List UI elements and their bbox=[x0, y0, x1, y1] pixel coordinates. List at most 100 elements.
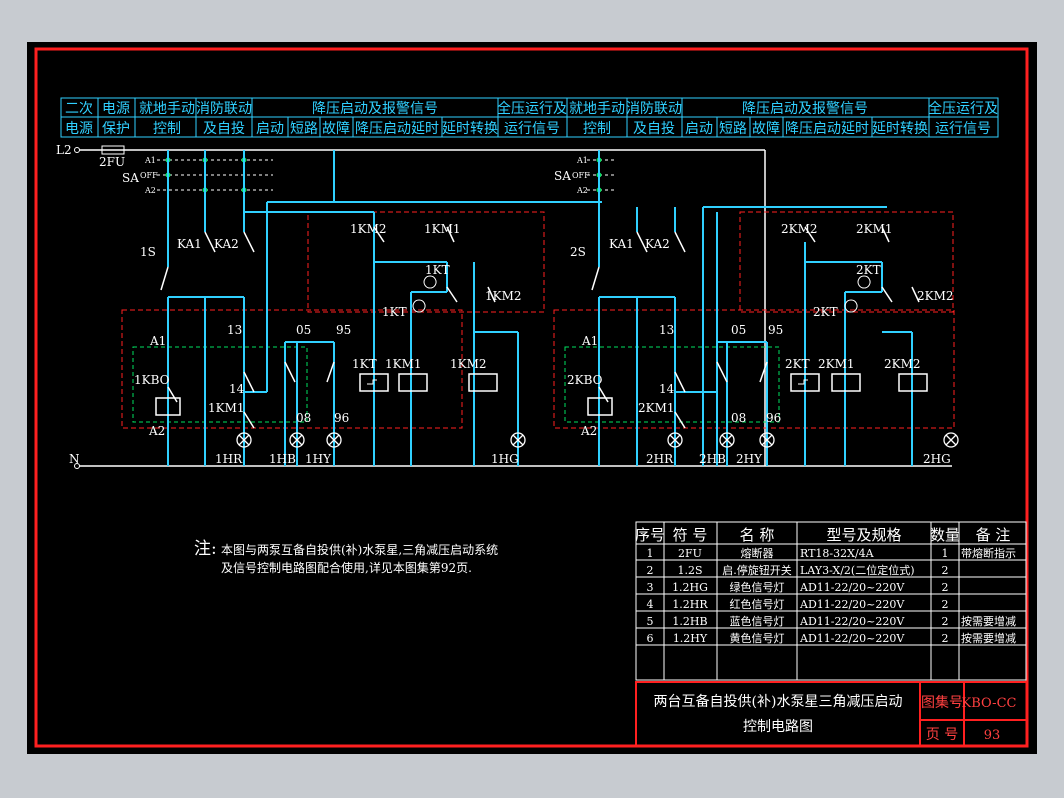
kt-coil-label: 1KT bbox=[352, 357, 377, 371]
l2-label: L2 bbox=[56, 143, 72, 157]
drawing-title-line-1: 两台互备自投供(补)水泵星三角减压启动 bbox=[654, 693, 903, 710]
km1-aux-label: 1KM1 bbox=[208, 401, 245, 415]
km1-coil bbox=[398, 373, 428, 392]
lamp-hy-label: 2HY bbox=[736, 452, 763, 466]
header-bottom-cell: 保护 bbox=[102, 121, 130, 137]
title-block: 两台互备自投供(补)水泵星三角减压启动 控制电路图 图集号 页 号 KBO-CC… bbox=[635, 681, 1028, 747]
parts-cell: 2 bbox=[647, 564, 654, 577]
parts-cell: 2 bbox=[942, 564, 949, 577]
sa-off: OFF bbox=[140, 171, 158, 180]
sa-a2: A2 bbox=[576, 186, 588, 195]
terminal-l2 bbox=[74, 147, 80, 153]
parts-cell: 1 bbox=[942, 547, 949, 560]
n-label: N bbox=[69, 452, 80, 466]
parts-cell: 1 bbox=[647, 547, 654, 560]
ka1-label: KA1 bbox=[177, 237, 202, 251]
kt-top-label: 1KT bbox=[425, 263, 450, 277]
parts-cell: AD11-22/20~220V bbox=[799, 581, 905, 594]
ka1-label: KA1 bbox=[609, 237, 634, 251]
km1-top-label: 2KM1 bbox=[856, 222, 893, 236]
header-top-cell: 全压运行及 bbox=[497, 100, 567, 117]
drawing-note: 注: 本图与两泵互备自投供(补)水泵星,三角减压启动系统 及信号控制电路图配合使… bbox=[194, 539, 498, 575]
timer-mark bbox=[798, 379, 808, 385]
parts-cell: 3 bbox=[647, 581, 654, 594]
selector-switch bbox=[157, 159, 273, 191]
header-bottom-cell: 故障 bbox=[752, 121, 780, 137]
parts-cell: 按需要增减 bbox=[961, 614, 1016, 628]
ka2-label: KA2 bbox=[645, 237, 670, 251]
header-bottom-cell: 短路 bbox=[719, 121, 747, 137]
parts-cell: 2 bbox=[942, 598, 949, 611]
parts-cell: LAY3-X/2(二位定位式) bbox=[800, 563, 915, 577]
lamp-hg-label: 1HG bbox=[491, 452, 519, 466]
node-96: 96 bbox=[766, 411, 781, 425]
header-top-cell: 电源 bbox=[102, 101, 130, 117]
parts-header: 符 号 bbox=[673, 526, 708, 544]
km2-mid-label: 1KM2 bbox=[485, 289, 522, 303]
switch-s-label: 2S bbox=[570, 245, 586, 259]
parts-cell: AD11-22/20~220V bbox=[799, 632, 905, 645]
parts-cell: 按需要增减 bbox=[961, 631, 1016, 645]
circuit-drawing: 二次 电源 就地手动 消防联动 降压启动及报警信号 全压运行及 就地手动 消防联… bbox=[34, 47, 1029, 748]
ka2-label: KA2 bbox=[214, 237, 239, 251]
unit-1-lamps bbox=[236, 432, 526, 448]
node-08: 08 bbox=[731, 411, 746, 425]
parts-cell: RT18-32X/4A bbox=[800, 547, 875, 560]
header-top-cell: 降压启动及报警信号 bbox=[312, 101, 438, 117]
parts-cell: 2 bbox=[942, 632, 949, 645]
kt-mid-label: 1KT bbox=[382, 305, 407, 319]
parts-cell: 1.2HR bbox=[672, 598, 708, 611]
timer-mark bbox=[367, 379, 377, 385]
drawing-sheet: 二次 电源 就地手动 消防联动 降压启动及报警信号 全压运行及 就地手动 消防联… bbox=[27, 42, 1037, 754]
timer-contact-icon bbox=[857, 275, 871, 289]
parts-cell: 2 bbox=[942, 581, 949, 594]
parts-header: 名 称 bbox=[740, 526, 775, 544]
unit-2-labels: 2S KA1 KA2 A1 2KBO A2 13 14 2KM1 05 95 0… bbox=[567, 222, 954, 466]
header-bottom-cell: 控制 bbox=[153, 121, 181, 137]
header-bottom-cell: 控制 bbox=[583, 121, 611, 137]
parts-header: 型号及规格 bbox=[826, 526, 901, 544]
parts-cell: 4 bbox=[647, 598, 654, 611]
parts-cell: 绿色信号灯 bbox=[730, 580, 785, 594]
page-number-value: 93 bbox=[984, 728, 1001, 743]
header-bottom-cell: 电源 bbox=[65, 121, 93, 137]
node-13: 13 bbox=[227, 323, 242, 337]
lamp-hg-label: 2HG bbox=[923, 452, 951, 466]
header-top-cell: 降压启动及报警信号 bbox=[742, 101, 868, 117]
note-line-2: 及信号控制电路图配合使用,详见本图集第92页. bbox=[221, 560, 472, 575]
drawing-title-line-2: 控制电路图 bbox=[743, 719, 813, 735]
header-bottom-cell: 短路 bbox=[290, 121, 318, 137]
parts-cell: 1.2S bbox=[677, 564, 702, 577]
km1-coil-label: 2KM1 bbox=[818, 357, 855, 371]
node-95: 95 bbox=[336, 323, 351, 337]
header-top-cell: 消防联动 bbox=[626, 101, 682, 117]
unit-1-contacts bbox=[160, 226, 496, 429]
header-top-cell: 二次 bbox=[65, 101, 93, 117]
parts-cell: AD11-22/20~220V bbox=[799, 598, 905, 611]
sa-off: OFF bbox=[572, 171, 590, 180]
unit-1-circuit: A1 OFF A2 1S KA1 KA2 A1 1KBO A2 13 14 1K… bbox=[121, 150, 602, 466]
parts-cell: 黄色信号灯 bbox=[730, 631, 785, 645]
header-top-cell: 全压运行及 bbox=[928, 100, 998, 117]
node-05: 05 bbox=[731, 323, 746, 337]
parts-cell: AD11-22/20~220V bbox=[799, 615, 905, 628]
atlas-number-value: KBO-CC bbox=[962, 696, 1017, 711]
header-bottom-cell: 故障 bbox=[322, 121, 350, 137]
lamp-hb-label: 1HB bbox=[269, 452, 296, 466]
node-13: 13 bbox=[659, 323, 674, 337]
note-label: 注: bbox=[194, 539, 217, 559]
node-95: 95 bbox=[768, 323, 783, 337]
km2-coil-label: 1KM2 bbox=[450, 357, 487, 371]
note-line-1: 本图与两泵互备自投供(补)水泵星,三角减压启动系统 bbox=[221, 542, 498, 557]
km2-top-label: 1KM2 bbox=[350, 222, 387, 236]
parts-cell: 6 bbox=[647, 632, 654, 645]
a1-label: A1 bbox=[581, 334, 598, 348]
header-top-cell: 就地手动 bbox=[569, 101, 625, 117]
header-bottom-cell: 延时转换 bbox=[872, 120, 928, 137]
atlas-number-label: 图集号 bbox=[921, 694, 963, 711]
a2-label: A2 bbox=[580, 424, 597, 438]
kt-coil-label: 2KT bbox=[785, 357, 810, 371]
unit-2-lamps bbox=[667, 432, 959, 448]
sa-label-left: SA bbox=[122, 171, 139, 185]
header-bottom-cell: 启动 bbox=[256, 121, 284, 137]
